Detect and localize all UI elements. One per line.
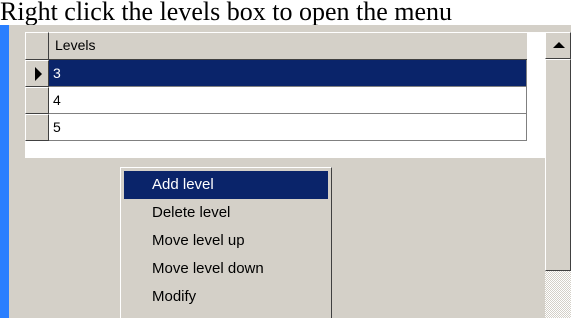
context-menu: Add level Delete level Move level up Mov… xyxy=(120,167,332,318)
level-cell[interactable]: 5 xyxy=(49,114,527,141)
table-row[interactable]: 3 xyxy=(25,60,527,87)
levels-column-header[interactable]: Levels xyxy=(55,35,95,55)
window-edge xyxy=(0,25,9,318)
row-selector[interactable] xyxy=(25,60,49,87)
scroll-track[interactable] xyxy=(545,271,571,318)
menu-item-move-level-up[interactable]: Move level up xyxy=(124,227,328,255)
menu-item-delete-level[interactable]: Delete level xyxy=(124,199,328,227)
menu-item-add-level[interactable]: Add level xyxy=(124,171,328,199)
level-cell[interactable]: 4 xyxy=(49,87,527,114)
scroll-up-arrow-icon xyxy=(553,42,565,48)
scroll-up-button[interactable] xyxy=(545,32,571,59)
table-row[interactable]: 4 xyxy=(25,87,527,114)
level-cell[interactable]: 3 xyxy=(49,60,527,87)
row-selector[interactable] xyxy=(25,87,49,114)
current-row-arrow-icon xyxy=(35,67,42,81)
row-selector[interactable] xyxy=(25,114,49,141)
scroll-thumb[interactable] xyxy=(545,59,571,271)
grid-corner-cell xyxy=(25,32,49,60)
menu-item-modify[interactable]: Modify xyxy=(124,283,328,311)
table-row[interactable]: 5 xyxy=(25,114,527,141)
menu-item-move-level-down[interactable]: Move level down xyxy=(124,255,328,283)
levels-grid-header xyxy=(25,32,527,60)
